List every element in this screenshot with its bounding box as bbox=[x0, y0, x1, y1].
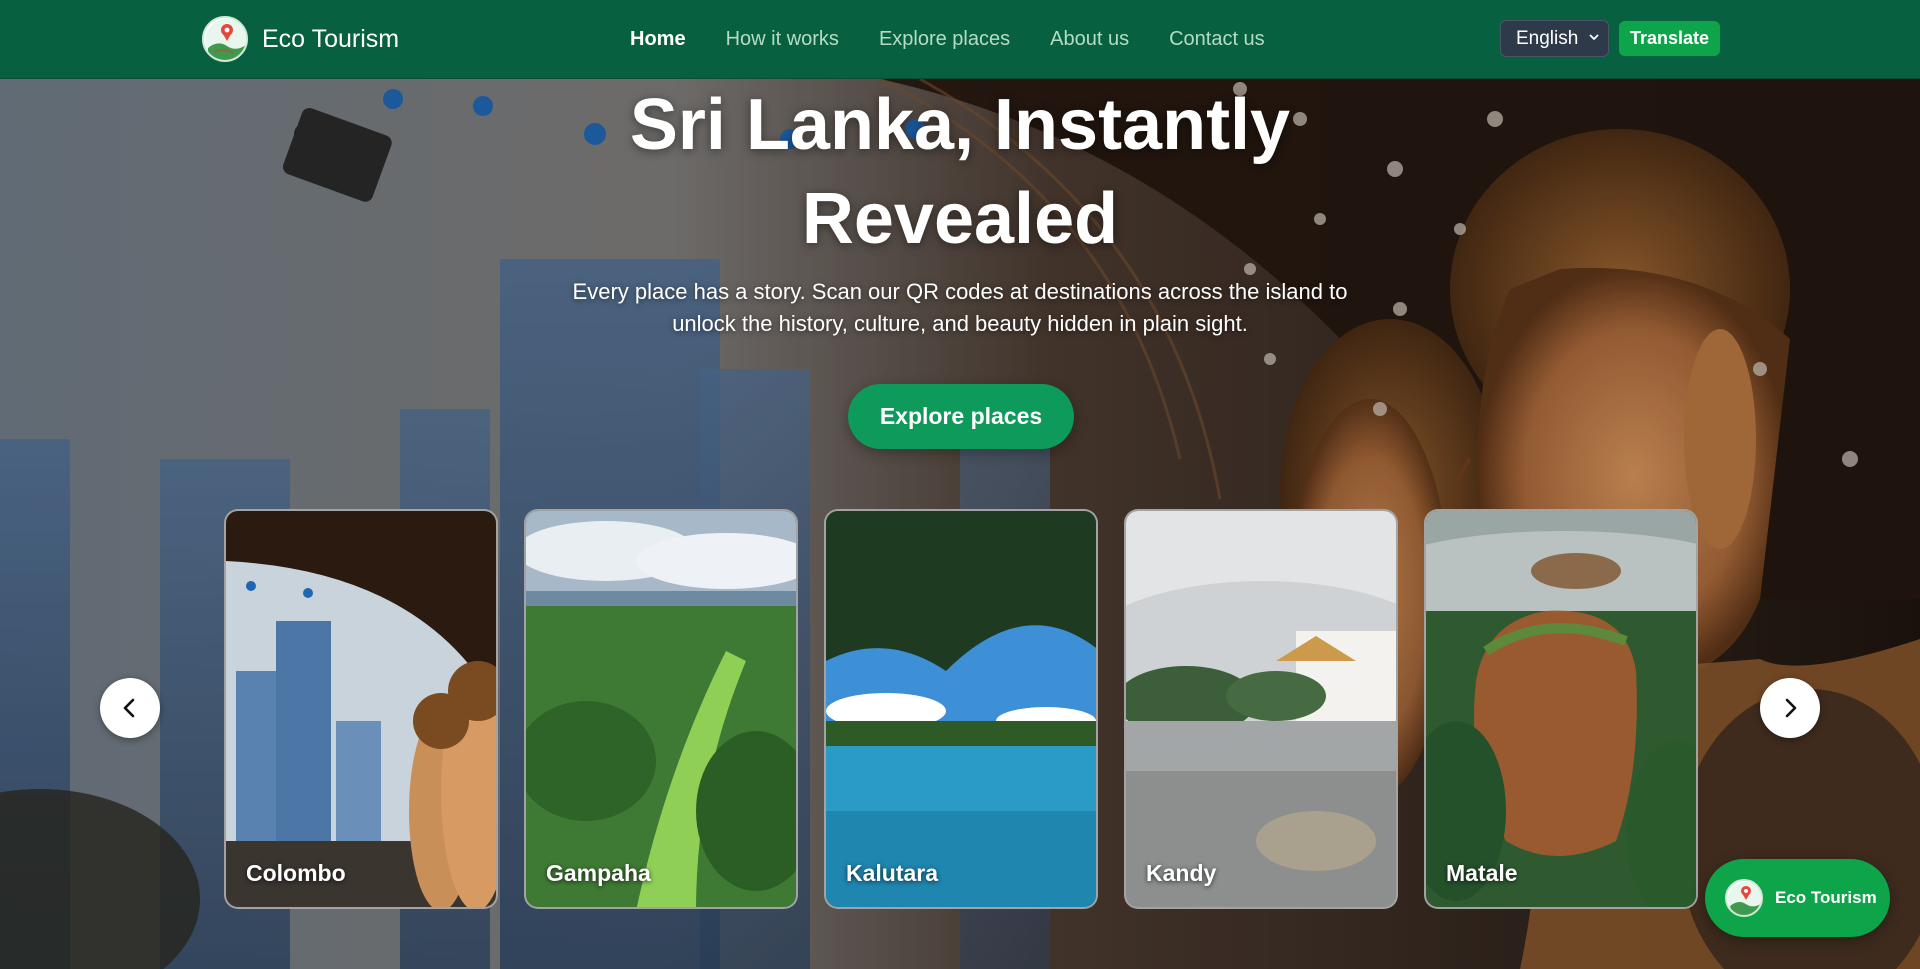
colombo-image bbox=[226, 511, 496, 907]
place-card-kandy[interactable]: Kandy bbox=[1124, 509, 1398, 909]
chat-widget-label: Eco Tourism bbox=[1775, 888, 1877, 907]
nav-home[interactable]: Home bbox=[630, 28, 686, 51]
hero-subtitle-line-2: unlock the history, culture, and beauty … bbox=[672, 311, 1248, 336]
language-select-value: English bbox=[1516, 27, 1579, 49]
nav-how-it-works[interactable]: How it works bbox=[726, 28, 839, 51]
chevron-down-icon bbox=[1589, 34, 1599, 41]
matale-image bbox=[1426, 511, 1696, 907]
place-name-matale: Matale bbox=[1446, 860, 1518, 886]
place-card-matale[interactable]: Matale bbox=[1424, 509, 1698, 909]
eco-tourism-logo-icon bbox=[202, 16, 248, 62]
carousel-prev-button[interactable] bbox=[100, 678, 160, 738]
place-name-kandy: Kandy bbox=[1146, 860, 1217, 886]
hero-subtitle: Every place has a story. Scan our QR cod… bbox=[540, 276, 1380, 340]
nav-contact-us[interactable]: Contact us bbox=[1169, 28, 1265, 51]
language-select[interactable]: English bbox=[1500, 20, 1609, 57]
brand-home-link[interactable]: Eco Tourism bbox=[202, 16, 399, 62]
place-card-colombo[interactable]: Colombo bbox=[224, 509, 498, 909]
main-nav: Home How it works Explore places About u… bbox=[630, 0, 1265, 79]
nav-about-us[interactable]: About us bbox=[1050, 28, 1129, 51]
carousel-next-button[interactable] bbox=[1760, 678, 1820, 738]
eco-tourism-logo-icon bbox=[1725, 879, 1763, 917]
translate-button[interactable]: Translate bbox=[1619, 21, 1720, 56]
place-name-gampaha: Gampaha bbox=[546, 860, 651, 886]
kalutara-image bbox=[826, 511, 1096, 907]
chevron-right-icon bbox=[1785, 698, 1797, 718]
hero-title-line-2: Revealed bbox=[801, 179, 1119, 259]
brand-name: Eco Tourism bbox=[262, 24, 400, 53]
explore-places-button[interactable]: Explore places bbox=[848, 384, 1074, 449]
gampaha-image bbox=[526, 511, 796, 907]
kandy-image bbox=[1126, 511, 1396, 907]
place-name-colombo: Colombo bbox=[246, 860, 346, 886]
nav-explore-places[interactable]: Explore places bbox=[879, 28, 1010, 51]
eco-tourism-chat-button[interactable]: Eco Tourism bbox=[1705, 859, 1890, 937]
top-navbar: Eco Tourism Home How it works Explore pl… bbox=[0, 0, 1920, 79]
chevron-left-icon bbox=[123, 698, 135, 718]
hero-title-line-1: Sri Lanka, Instantly bbox=[629, 85, 1291, 165]
hero-subtitle-line-1: Every place has a story. Scan our QR cod… bbox=[572, 279, 1348, 304]
place-card-gampaha[interactable]: Gampaha bbox=[524, 509, 798, 909]
hero-title: Sri Lanka, Instantly Revealed bbox=[560, 78, 1360, 266]
place-name-kalutara: Kalutara bbox=[846, 860, 939, 886]
place-card-kalutara[interactable]: Kalutara bbox=[824, 509, 1098, 909]
